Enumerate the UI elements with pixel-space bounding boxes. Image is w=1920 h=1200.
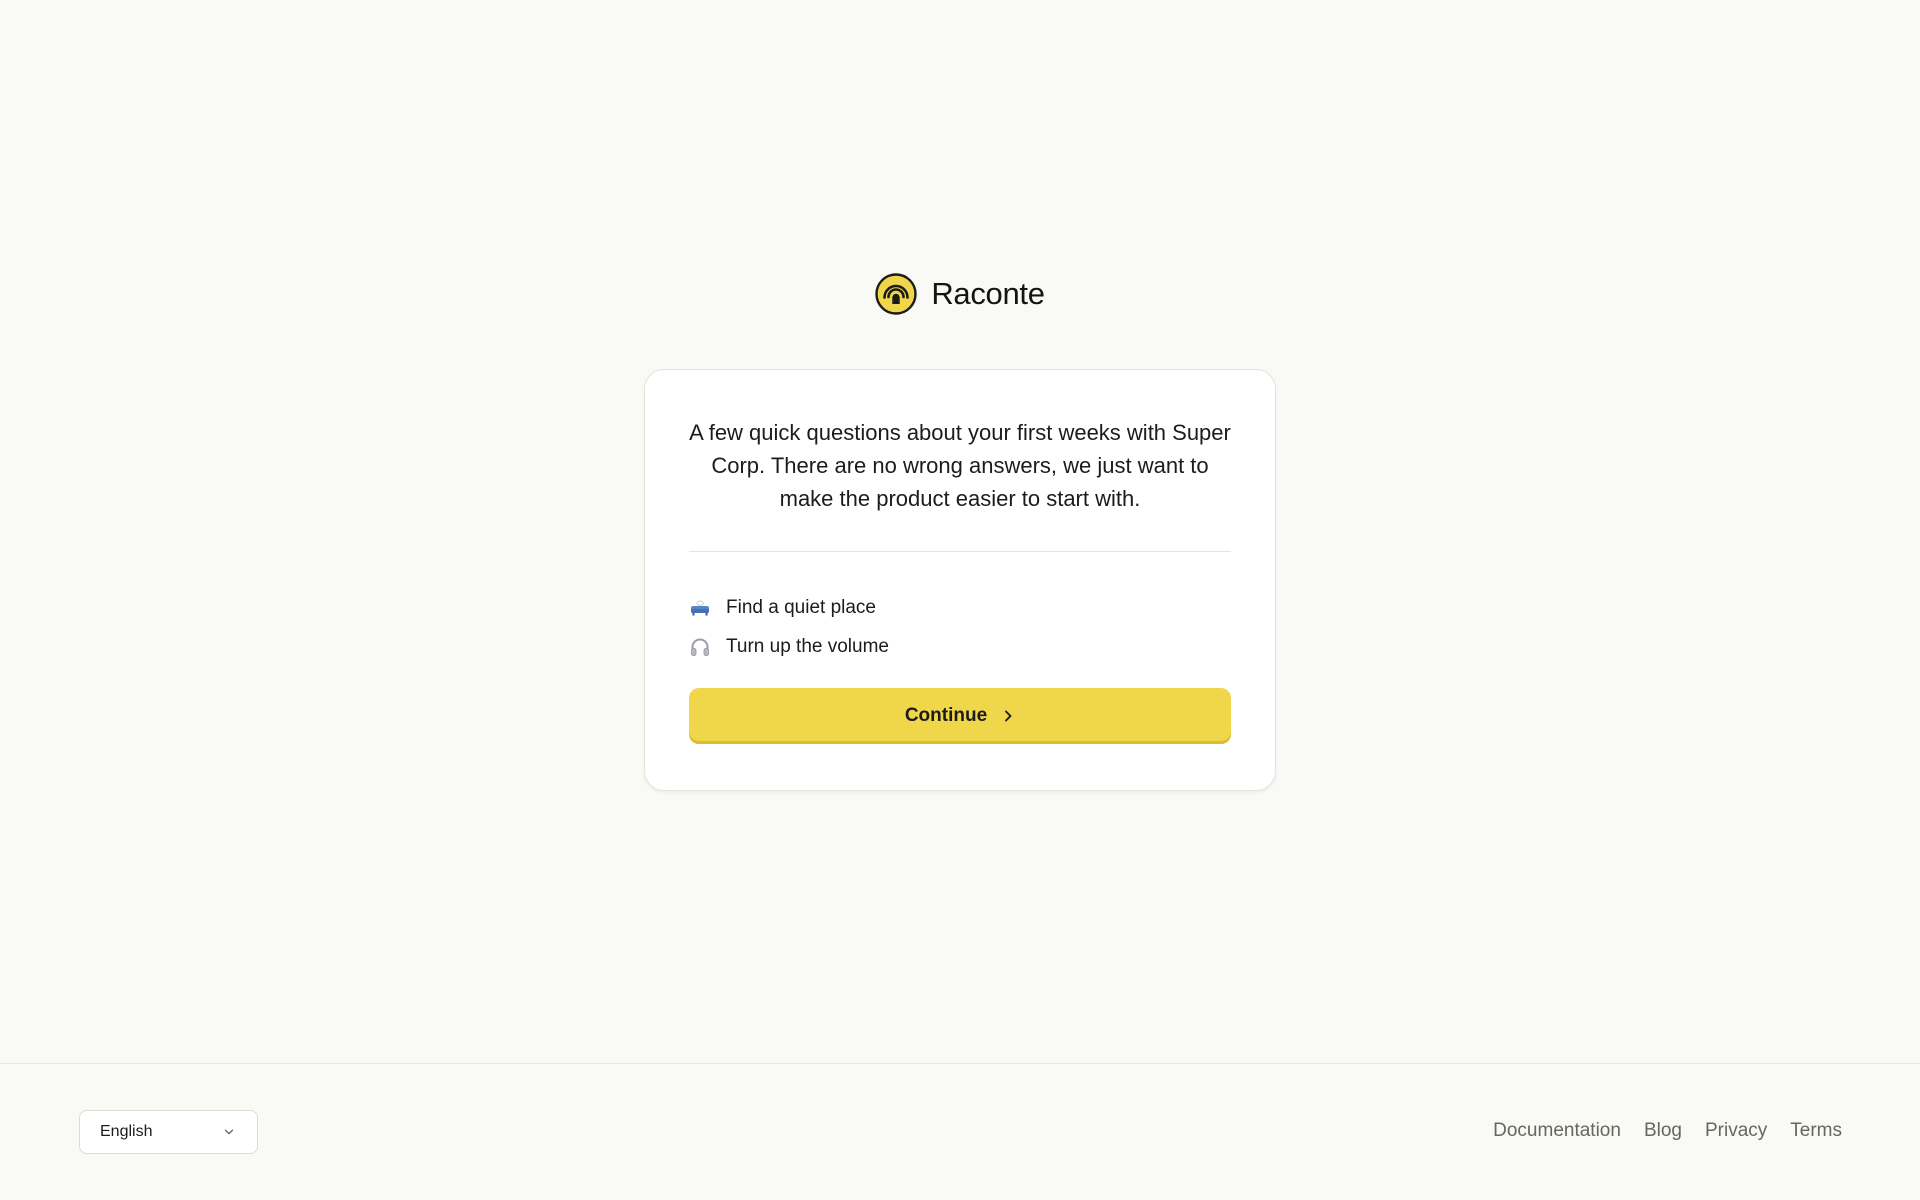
footer: English Documentation Blog Privacy Terms (0, 1063, 1920, 1200)
intro-card: A few quick questions about your first w… (644, 369, 1276, 791)
continue-button[interactable]: Continue (689, 688, 1231, 744)
page: Raconte A few quick questions about your… (0, 0, 1920, 1200)
brand-name: Raconte (931, 276, 1045, 311)
tip-item: Turn up the volume (689, 627, 1231, 666)
tip-item: Find a quiet place (689, 588, 1231, 627)
divider (689, 551, 1231, 552)
couch-icon (689, 597, 711, 619)
chevron-down-icon (224, 1129, 234, 1135)
language-select-value: English (100, 1123, 153, 1140)
tip-label: Find a quiet place (726, 596, 876, 618)
raconte-logo-icon (875, 273, 918, 315)
continue-button-label: Continue (904, 705, 988, 726)
intro-text: A few quick questions about your first w… (689, 420, 1231, 511)
footer-link-blog[interactable]: Blog (1644, 1120, 1682, 1142)
footer-link-documentation[interactable]: Documentation (1493, 1120, 1621, 1142)
footer-link-terms[interactable]: Terms (1790, 1120, 1842, 1142)
brand-header: Raconte (0, 273, 1920, 315)
tips-list: Find a quiet place Turn up the volume (689, 588, 1231, 666)
footer-nav: Documentation Blog Privacy Terms (1493, 1120, 1842, 1142)
headphones-icon (689, 636, 711, 658)
chevron-right-icon (1005, 710, 1012, 722)
tip-label: Turn up the volume (726, 635, 889, 657)
footer-link-privacy[interactable]: Privacy (1705, 1120, 1767, 1142)
language-select[interactable]: English (79, 1110, 258, 1154)
